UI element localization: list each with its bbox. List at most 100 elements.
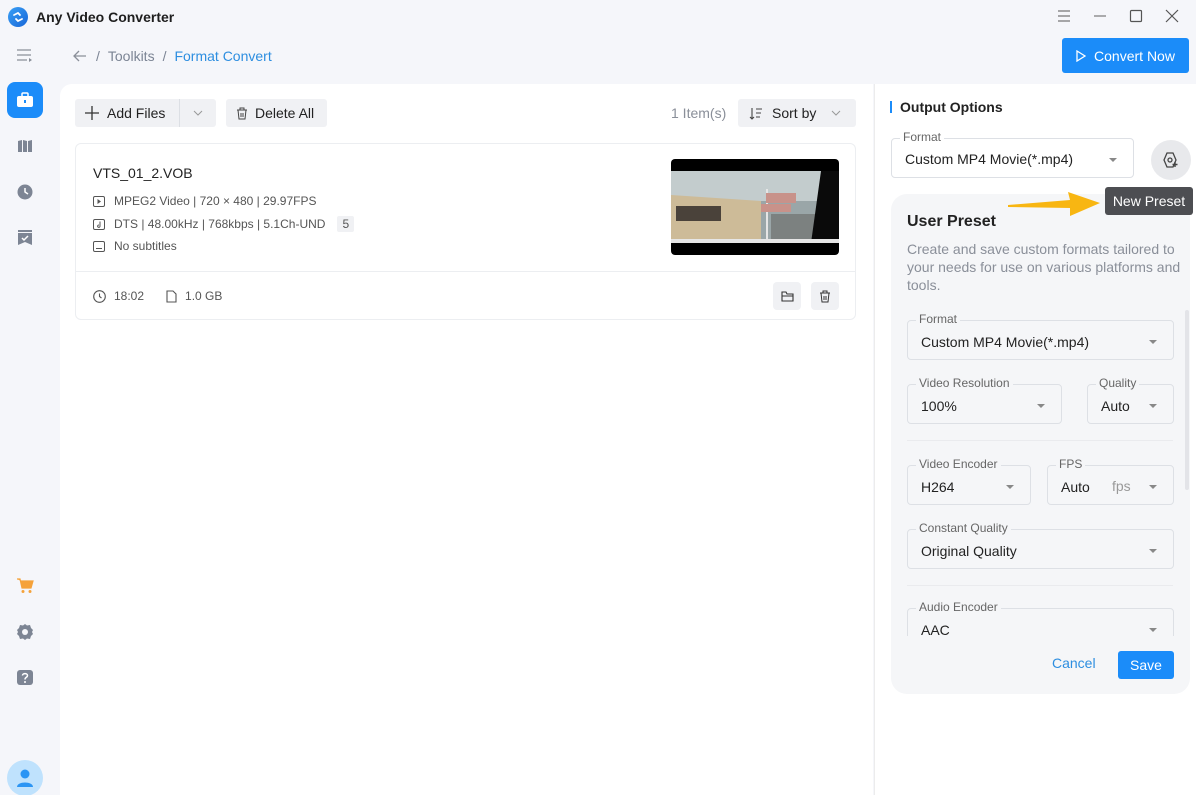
file-list-panel: Add Files Delete All 1 Item(s) Sort by V…: [60, 84, 873, 795]
breadcrumb-separator: /: [96, 48, 100, 64]
constant-quality-label: Constant Quality: [916, 521, 1011, 535]
quality-value: Auto: [1101, 398, 1130, 414]
caret-down-icon: [1149, 485, 1157, 489]
sidebar-item-library[interactable]: [7, 128, 43, 164]
caret-down-icon: [1149, 404, 1157, 408]
play-icon: [1076, 49, 1087, 62]
file-name: VTS_01_2.VOB: [93, 165, 193, 181]
card-divider: [76, 271, 855, 272]
sort-icon: [749, 107, 762, 120]
plus-icon: [85, 106, 99, 120]
delete-all-label: Delete All: [255, 105, 315, 121]
caret-down-icon: [1149, 340, 1157, 344]
app-title: Any Video Converter: [36, 9, 175, 25]
constant-quality-value: Original Quality: [921, 543, 1017, 559]
quality-label: Quality: [1096, 376, 1140, 390]
video-info-text: MPEG2 Video | 720 × 480 | 29.97FPS: [114, 194, 317, 208]
subtitle-info-text: No subtitles: [114, 239, 177, 253]
minimize-icon[interactable]: [1090, 6, 1110, 26]
user-avatar-icon[interactable]: [7, 760, 43, 795]
open-folder-button[interactable]: [773, 282, 801, 310]
section-accent-bar: [890, 101, 892, 113]
trash-icon: [237, 107, 247, 119]
sidebar-item-history[interactable]: [7, 174, 43, 210]
fps-label: FPS: [1056, 457, 1086, 471]
fps-select[interactable]: FPS Auto fps: [1047, 457, 1174, 505]
maximize-icon[interactable]: [1126, 6, 1146, 26]
duration-clock-icon: [93, 289, 106, 303]
caret-down-icon: [1037, 404, 1045, 408]
close-icon[interactable]: [1162, 6, 1182, 26]
title-bar: Any Video Converter: [0, 0, 1196, 34]
task-check-icon: [18, 230, 32, 245]
sidebar-item-help[interactable]: [7, 660, 43, 696]
back-arrow-icon[interactable]: [72, 48, 88, 64]
video-resolution-select[interactable]: Video Resolution 100%: [907, 376, 1062, 424]
audio-encoder-value: AAC: [921, 622, 950, 636]
preset-settings-add-icon: [1163, 152, 1178, 168]
convert-now-label: Convert Now: [1094, 47, 1175, 64]
sort-by-button[interactable]: Sort by: [738, 99, 856, 127]
book-icon: [18, 140, 32, 152]
breadcrumb-toolkits[interactable]: Toolkits: [108, 48, 155, 64]
caret-down-icon: [1109, 158, 1117, 162]
chevron-down-icon: [193, 110, 203, 116]
add-files-dropdown[interactable]: [180, 99, 216, 127]
add-files-label: Add Files: [107, 105, 166, 121]
convert-now-button[interactable]: Convert Now: [1062, 38, 1189, 73]
sidebar-item-settings[interactable]: [7, 614, 43, 650]
fps-unit: fps: [1112, 478, 1131, 494]
file-stats: 18:02 1.0 GB: [93, 289, 222, 303]
audio-track-count-badge[interactable]: 5: [337, 216, 355, 232]
video-encoder-select[interactable]: Video Encoder H264: [907, 457, 1031, 505]
sidebar-item-tasks[interactable]: [7, 220, 43, 256]
format-select[interactable]: Format Custom MP4 Movie(*.mp4): [891, 130, 1134, 178]
preset-format-value: Custom MP4 Movie(*.mp4): [921, 334, 1090, 350]
user-preset-title: User Preset: [907, 213, 996, 230]
cart-icon: [17, 578, 34, 593]
toolbox-icon: [17, 92, 33, 107]
fps-value: Auto: [1061, 479, 1090, 495]
audio-encoder-select[interactable]: Audio Encoder AAC: [907, 600, 1174, 636]
video-icon: [93, 195, 105, 207]
menu-icon[interactable]: [1054, 6, 1074, 26]
clock-icon: [17, 184, 33, 200]
output-options-label: Output Options: [900, 99, 1003, 115]
gear-icon: [17, 624, 33, 640]
preset-format-select[interactable]: Format Custom MP4 Movie(*.mp4): [907, 312, 1174, 360]
caret-down-icon: [1149, 628, 1157, 632]
video-resolution-label: Video Resolution: [916, 376, 1013, 390]
user-preset-card: User Preset Create and save custom forma…: [891, 194, 1190, 694]
file-icon: [166, 289, 177, 303]
save-button[interactable]: Save: [1118, 651, 1174, 679]
breadcrumb-separator: /: [162, 48, 167, 64]
annotation-arrow-icon: [1008, 192, 1100, 216]
add-files-button[interactable]: Add Files: [75, 99, 216, 127]
sort-by-label: Sort by: [772, 105, 817, 121]
breadcrumb-format-convert: Format Convert: [174, 48, 272, 64]
items-count: 1 Item(s): [671, 105, 727, 121]
sidebar-item-toolkits[interactable]: [7, 82, 43, 118]
output-options-title: Output Options: [890, 99, 1003, 115]
delete-all-button[interactable]: Delete All: [226, 99, 327, 127]
subtitle-info: No subtitles: [93, 239, 177, 253]
trash-icon: [820, 290, 830, 302]
constant-quality-select[interactable]: Constant Quality Original Quality: [907, 521, 1174, 569]
sidebar: [0, 34, 50, 795]
file-item[interactable]: VTS_01_2.VOB MPEG2 Video | 720 × 480 | 2…: [75, 143, 856, 320]
audio-info-text: DTS | 48.00kHz | 768kbps | 5.1Ch-UND: [114, 217, 326, 231]
caret-down-icon: [1149, 549, 1157, 553]
video-thumbnail[interactable]: [671, 159, 839, 255]
new-preset-button[interactable]: [1151, 140, 1191, 180]
file-size: 1.0 GB: [185, 289, 223, 303]
app-logo-icon: [8, 7, 28, 27]
sidebar-item-store[interactable]: [7, 568, 43, 604]
collapse-menu-icon[interactable]: [16, 48, 34, 64]
add-files-main[interactable]: Add Files: [75, 99, 180, 127]
delete-file-button[interactable]: [811, 282, 839, 310]
cancel-button[interactable]: Cancel: [1052, 655, 1096, 671]
preset-scrollbar[interactable]: [1185, 310, 1189, 490]
divider: [907, 440, 1173, 441]
quality-select[interactable]: Quality Auto: [1087, 376, 1174, 424]
folder-icon: [780, 290, 794, 302]
